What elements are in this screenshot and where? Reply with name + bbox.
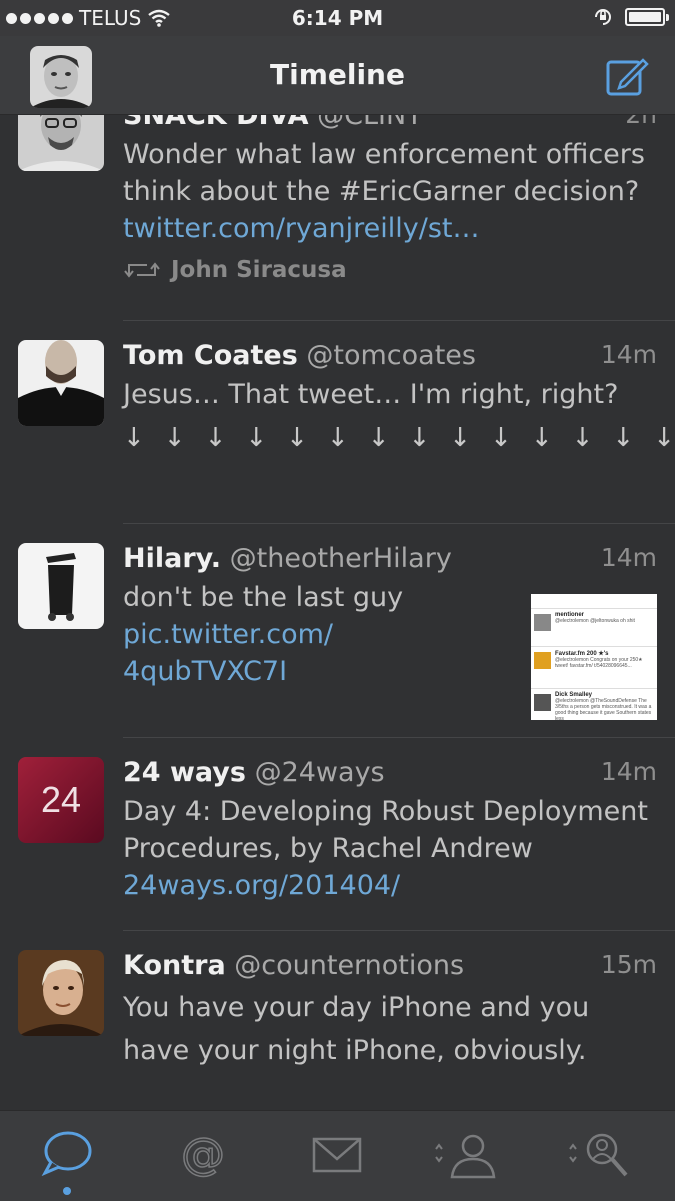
tweet-author-handle[interactable]: @tomcoates: [306, 340, 476, 371]
tweet-avatar[interactable]: [18, 950, 104, 1036]
divider: [123, 930, 675, 931]
tweet-time: 14m: [600, 340, 657, 369]
tweet-author-name[interactable]: Kontra: [123, 950, 226, 981]
tweet-text: Jesus… That tweet… I'm right, right?: [123, 379, 619, 410]
messages-tab-icon[interactable]: [307, 1129, 367, 1181]
tweet-time: 15m: [600, 950, 657, 979]
tweet-author-handle[interactable]: @24ways: [255, 757, 385, 788]
tweet-author-handle[interactable]: @theotherHilary: [230, 543, 452, 574]
thumb-row-name: Favstar.fm 200 ★'s: [555, 651, 609, 657]
tweet-author-name[interactable]: SNACK DIVA: [123, 115, 309, 131]
thumb-row-text: @electrolemon Congrats on your 250★ twee…: [555, 657, 643, 669]
tweet-avatar[interactable]: [18, 115, 104, 171]
avatar-label: 24: [40, 779, 82, 820]
orientation-lock-icon: [595, 9, 611, 25]
nav-bar: Timeline: [0, 36, 675, 115]
page-title: Timeline: [270, 58, 405, 91]
tweet-media-thumbnail[interactable]: mentioner @electrolemon @jeltonwuka oh s…: [531, 594, 657, 720]
tweet-text: don't be the last guy pic.twitter.com/ 4…: [123, 582, 404, 687]
tweet-arrows: ↓↓↓↓↓↓↓↓↓↓↓↓↓↓↓↓↓↓: [123, 423, 675, 453]
tweet-time: 14m: [600, 757, 657, 786]
tweet-text: Day 4: Developing Robust Deployment Proc…: [123, 796, 648, 901]
tweet-avatar[interactable]: [18, 340, 104, 426]
tweet-link[interactable]: twitter.com/ryanjreilly/st…: [123, 213, 480, 244]
tweet-avatar[interactable]: [18, 543, 104, 629]
compose-icon[interactable]: [605, 54, 649, 98]
divider: [123, 523, 675, 524]
divider: [123, 320, 675, 321]
retweet-attribution: John Siracusa: [123, 257, 657, 283]
tweet-author-name[interactable]: Tom Coates: [123, 340, 298, 371]
profile-tab-icon[interactable]: [432, 1129, 502, 1181]
tweet-text: Wonder what law enforcement officers thi…: [123, 139, 645, 244]
thumb-row-text: @electrolemon @TheSoundDefense The 3/5th…: [555, 698, 652, 720]
tweet-time: 14m: [600, 543, 657, 572]
retweeted-by-name[interactable]: John Siracusa: [171, 257, 347, 283]
tweet-media-link[interactable]: pic.twitter.com/ 4qubTVXC7I: [123, 619, 333, 687]
tweet-avatar[interactable]: 24: [18, 757, 104, 843]
search-tab-icon[interactable]: [566, 1129, 636, 1181]
active-tab-indicator: [63, 1187, 71, 1195]
status-time: 6:14 PM: [291, 6, 384, 30]
tweet-author-handle[interactable]: @counternotions: [234, 950, 464, 981]
tweet-time: 2h: [625, 115, 657, 129]
timeline-list[interactable]: SNACK DIVA @CLINT 2h Wonder what law enf…: [0, 115, 675, 1110]
tweet-link[interactable]: 24ways.org/201404/: [123, 870, 400, 901]
thumb-row-text: @electrolemon @jeltonwuka oh shit: [555, 618, 635, 624]
tweet-text: You have your day iPhone and you have yo…: [123, 992, 590, 1066]
timeline-tab-icon[interactable]: [37, 1129, 97, 1181]
tweet-author-name[interactable]: 24 ways: [123, 757, 246, 788]
svg-text:@: @: [181, 1129, 225, 1180]
tab-bar: @: [0, 1110, 675, 1201]
battery-icon: [625, 8, 669, 26]
divider: [123, 737, 675, 738]
status-bar: TELUS 6:14 PM: [0, 0, 675, 36]
retweet-icon: [124, 262, 160, 278]
tweet-author-name[interactable]: Hilary.: [123, 543, 221, 574]
mentions-tab-icon[interactable]: @: [173, 1129, 233, 1181]
tweet-author-handle[interactable]: @CLINT: [317, 115, 423, 131]
